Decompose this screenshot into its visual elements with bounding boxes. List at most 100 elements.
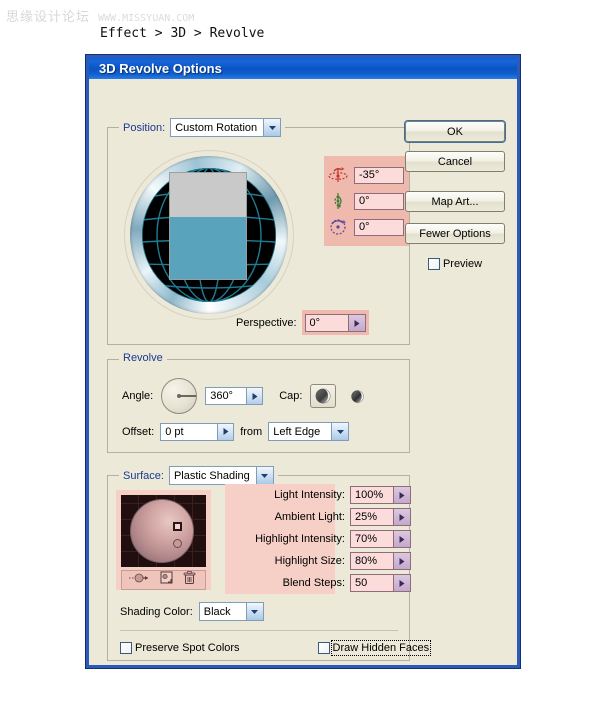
position-group: Position: Custom Rotation -35° 0° 0° Per… [107, 118, 410, 345]
light-sphere-widget[interactable] [116, 490, 211, 590]
light-marker-selected[interactable] [173, 522, 182, 531]
cap-on-icon[interactable] [310, 384, 337, 408]
surface-checkbox-row: Preserve Spot Colors Draw Hidden Faces [120, 640, 432, 656]
rotation-fields-panel: -35° 0° 0° [324, 156, 409, 246]
chevron-down-icon [255, 467, 273, 484]
highlight-size-field[interactable]: 80% [350, 552, 394, 570]
preview-checkbox[interactable]: Preview [405, 258, 505, 270]
y-rotation-field[interactable]: 0° [354, 192, 404, 210]
rotation-row-y: 0° [324, 188, 409, 214]
surface-divider [120, 630, 398, 631]
delete-light-icon[interactable] [183, 570, 196, 590]
highlight-size-spin-icon[interactable] [394, 552, 411, 570]
revolve-profile-shape [169, 172, 247, 280]
offset-row: Offset: 0 pt from Left Edge [122, 422, 350, 441]
offset-value: 0 pt [165, 425, 184, 438]
angle-row: Angle: 360° Cap: [122, 378, 370, 414]
highlight-intensity-field[interactable]: 70% [350, 530, 394, 548]
lighting-params-list: Light Intensity: 100% Ambient Light: 25%… [225, 484, 411, 594]
lighting-row: Ambient Light: 25% [225, 506, 411, 528]
perspective-spin-icon[interactable] [348, 314, 366, 332]
dialog-body: Position: Custom Rotation -35° 0° 0° Per… [89, 79, 517, 665]
cap-label: Cap: [279, 390, 303, 402]
rotation-track-cube[interactable] [124, 150, 294, 320]
dialog-button-column: OK Cancel Map Art... Fewer Options Previ… [405, 121, 505, 270]
dialog-titlebar[interactable]: 3D Revolve Options [86, 55, 520, 79]
angle-spin-icon[interactable] [247, 387, 264, 405]
new-light-icon[interactable] [160, 571, 173, 589]
light-marker[interactable] [173, 539, 182, 548]
surface-label: Surface: [123, 469, 164, 482]
light-intensity-spin-icon[interactable] [394, 486, 411, 504]
draw-hidden-faces-label: Draw Hidden Faces [330, 640, 432, 656]
chevron-down-icon [331, 423, 349, 440]
perspective-highlight: 0° [301, 310, 369, 335]
light-preview-sphere [130, 499, 194, 563]
fewer-options-button[interactable]: Fewer Options [405, 223, 505, 244]
draw-hidden-faces-checkbox[interactable]: Draw Hidden Faces [317, 640, 432, 656]
ambient-light-spin-icon[interactable] [394, 508, 411, 526]
position-preset-select[interactable]: Custom Rotation [170, 118, 282, 137]
y-rotation-icon [328, 191, 348, 211]
ambient-light-label: Ambient Light: [274, 511, 345, 523]
blend-steps-label: Blend Steps: [282, 577, 345, 589]
blend-steps-spin-icon[interactable] [394, 574, 411, 592]
blend-steps-field[interactable]: 50 [350, 574, 394, 592]
offset-spin-icon[interactable] [218, 422, 235, 441]
surface-group-header: Surface: Plastic Shading [119, 466, 278, 485]
fewer-options-button-label: Fewer Options [419, 227, 491, 240]
ambient-light-field[interactable]: 25% [350, 508, 394, 526]
revolve-group: Revolve Angle: 360° Cap: Offset: 0 pt fr… [107, 352, 410, 453]
offset-field[interactable]: 0 pt [160, 422, 219, 441]
preview-label: Preview [442, 258, 483, 270]
3d-revolve-options-dialog: 3D Revolve Options Position: Custom Rota… [86, 55, 520, 668]
perspective-label: Perspective: [236, 316, 297, 329]
preserve-spot-colors-checkbox[interactable]: Preserve Spot Colors [120, 642, 240, 654]
x-rotation-value: -35° [359, 169, 380, 181]
highlight-size-value: 80% [355, 555, 378, 567]
blend-steps-value: 50 [355, 577, 368, 589]
perspective-field[interactable]: 0° [304, 314, 349, 332]
watermark-cn: 思缘设计论坛 [6, 9, 91, 24]
angle-dial-center [177, 394, 182, 398]
cap-off-icon[interactable] [344, 384, 370, 408]
light-sphere-canvas[interactable] [121, 495, 206, 567]
highlight-intensity-spin-icon[interactable] [394, 530, 411, 548]
y-rotation-value: 0° [359, 195, 370, 207]
light-intensity-label: Light Intensity: [274, 489, 345, 501]
light-intensity-field[interactable]: 100% [350, 486, 394, 504]
move-light-back-icon[interactable] [128, 571, 150, 589]
watermark-url: WWW.MISSYUAN.COM [98, 13, 195, 24]
position-group-header: Position: Custom Rotation [119, 118, 286, 137]
z-rotation-field[interactable]: 0° [354, 218, 404, 236]
angle-label: Angle: [122, 390, 154, 402]
chevron-down-icon [245, 603, 263, 620]
rotation-row-x: -35° [324, 162, 409, 188]
profile-bottom-face [170, 217, 246, 279]
checkbox-box [317, 642, 330, 654]
ok-button[interactable]: OK [405, 121, 505, 142]
light-intensity-value: 100% [355, 489, 384, 501]
offset-from-label: from [240, 425, 263, 438]
profile-top-face [170, 173, 246, 217]
ok-button-label: OK [447, 125, 463, 138]
lighting-row: Highlight Size: 80% [225, 550, 411, 572]
surface-shading-select[interactable]: Plastic Shading [168, 466, 274, 485]
screenshot-root: 思缘设计论坛 WWW.MISSYUAN.COM Effect > 3D > Rev… [0, 0, 600, 719]
cancel-button[interactable]: Cancel [405, 151, 505, 172]
map-art-button[interactable]: Map Art... [405, 191, 505, 212]
lighting-row: Highlight Intensity: 70% [225, 528, 411, 550]
menu-path-caption: Effect > 3D > Revolve [100, 26, 265, 41]
rotation-row-z: 0° [324, 214, 409, 240]
angle-dial[interactable] [161, 378, 198, 414]
lighting-row: Blend Steps: 50 [225, 572, 411, 594]
lighting-row: Light Intensity: 100% [225, 484, 411, 506]
highlight-size-label: Highlight Size: [274, 555, 345, 567]
position-preset-value: Custom Rotation [175, 121, 258, 134]
angle-value: 360° [210, 390, 233, 402]
x-rotation-field[interactable]: -35° [354, 166, 404, 184]
angle-field[interactable]: 360° [205, 387, 248, 405]
position-label: Position: [123, 121, 166, 134]
shading-color-select[interactable]: Black [198, 602, 264, 621]
offset-from-select[interactable]: Left Edge [268, 422, 350, 441]
